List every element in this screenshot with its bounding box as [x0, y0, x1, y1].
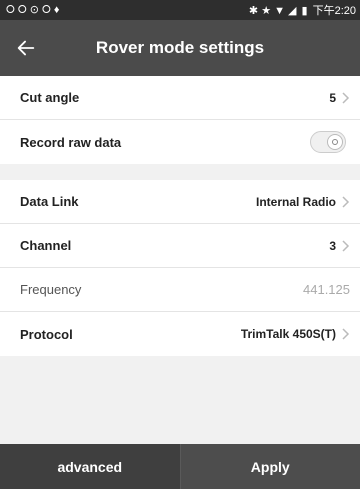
- back-arrow-icon: [17, 40, 35, 56]
- data-link-row[interactable]: Data Link Internal Radio: [0, 180, 360, 224]
- settings-group-radio: Data Link Internal Radio Channel 3 Frequ…: [0, 180, 360, 356]
- frequency-value: 441.125: [303, 282, 350, 297]
- bottom-action-bar: advanced Apply: [0, 444, 360, 489]
- app-bar: Rover mode settings: [0, 20, 360, 76]
- frequency-row: Frequency 441.125: [0, 268, 360, 312]
- page-title: Rover mode settings: [95, 38, 265, 57]
- channel-value: 3: [329, 238, 336, 253]
- apply-button[interactable]: Apply: [180, 444, 360, 489]
- status-left-icons: ⭘ ⭘ ⊙ ⭘ ♦: [6, 3, 59, 17]
- frequency-label: Frequency: [20, 282, 82, 297]
- data-link-label: Data Link: [20, 194, 79, 209]
- cut-angle-label: Cut angle: [20, 90, 80, 105]
- chevron-right-icon: [342, 195, 350, 208]
- cut-angle-value: 5: [329, 90, 336, 105]
- chevron-right-icon: [342, 239, 350, 252]
- notification-icons: ⭘ ⭘ ⊙ ⭘ ♦: [6, 4, 60, 16]
- system-icons: ✱ ★ ▼ ◢: [248, 4, 297, 17]
- advanced-button[interactable]: advanced: [0, 444, 181, 489]
- cut-angle-row[interactable]: Cut angle 5: [0, 76, 360, 120]
- protocol-label: Protocol: [20, 326, 73, 342]
- status-bar: ⭘ ⭘ ⊙ ⭘ ♦ ✱ ★ ▼ ◢ ▮ 下午2:20: [0, 0, 360, 20]
- toggle-knob: [327, 134, 343, 150]
- clock: 下午2:20: [312, 5, 356, 17]
- data-link-value: Internal Radio: [255, 194, 336, 209]
- channel-row[interactable]: Channel 3: [0, 224, 360, 268]
- protocol-row[interactable]: Protocol TrimTalk 450S(T): [0, 312, 360, 356]
- chevron-right-icon: [342, 328, 350, 340]
- protocol-value: TrimTalk 450S(T): [240, 327, 336, 341]
- status-right-icons: ✱ ★ ▼ ◢ ▮ 下午2:20: [249, 2, 356, 18]
- channel-label: Channel: [20, 238, 72, 253]
- record-raw-data-row: Record raw data: [0, 120, 360, 164]
- battery-icon: ▮: [301, 4, 308, 17]
- chevron-right-icon: [342, 91, 350, 104]
- back-button[interactable]: [0, 20, 52, 76]
- settings-group-general: Cut angle 5 Record raw data: [0, 76, 360, 164]
- record-raw-data-label: Record raw data: [20, 134, 122, 150]
- record-raw-data-toggle[interactable]: [310, 131, 346, 153]
